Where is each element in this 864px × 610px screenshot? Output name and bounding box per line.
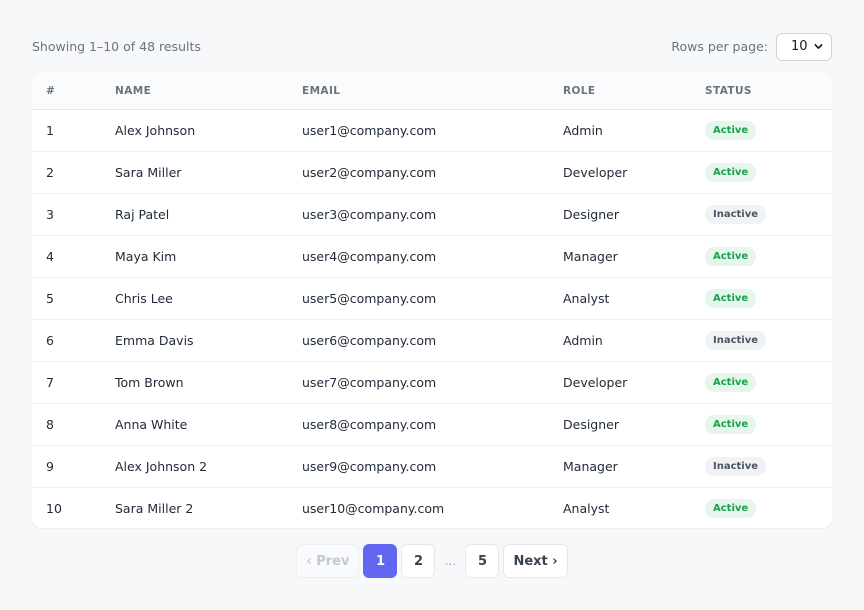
header-status: STATUS: [705, 73, 832, 110]
cell-name: Tom Brown: [115, 374, 184, 390]
status-badge: Inactive: [705, 456, 767, 476]
table-row[interactable]: 10 Sara Miller 2 user10@company.com Analyst…: [32, 487, 832, 528]
status-badge: Active: [705, 372, 757, 392]
toolbar: Showing 1–10 of 48 results Rows per page…: [32, 32, 832, 61]
cell-role: Manager: [563, 458, 618, 474]
status-badge: Active: [705, 120, 757, 140]
status-badge: Active: [705, 288, 757, 308]
cell-role: Designer: [563, 416, 619, 432]
cell-status: Active: [705, 277, 832, 319]
cell-name: Anna White: [115, 416, 188, 432]
header-number: #: [32, 73, 115, 110]
cell-status: Active: [705, 109, 832, 151]
cell-status: Active: [705, 403, 832, 445]
cell-email: user3@company.com: [302, 206, 437, 222]
cell-number: 1: [46, 122, 54, 138]
cell-name: Alex Johnson: [115, 122, 196, 138]
prev-page-button[interactable]: ‹ Prev: [296, 544, 360, 578]
cell-role: Analyst: [563, 290, 610, 306]
table-row[interactable]: 3 Raj Patel user3@company.com Designer Inact…: [32, 193, 832, 235]
page-button-2[interactable]: 2: [401, 544, 436, 578]
cell-name: Maya Kim: [115, 248, 177, 264]
chevron-down-icon: [814, 44, 823, 49]
cell-email: user1@company.com: [302, 122, 437, 138]
status-badge: Active: [705, 162, 757, 182]
cell-number: 8: [46, 416, 54, 432]
cell-number: 2: [46, 164, 54, 180]
cell-email: user8@company.com: [302, 416, 437, 432]
cell-status: Inactive: [705, 193, 832, 235]
table-row[interactable]: 8 Anna White user8@company.com Designer Acti…: [32, 403, 832, 445]
cell-number: 3: [46, 206, 54, 222]
cell-status: Inactive: [705, 319, 832, 361]
cell-email: user4@company.com: [302, 248, 437, 264]
header-name: NAME: [115, 73, 302, 110]
cell-role: Designer: [563, 206, 619, 222]
pagination-ellipsis: ...: [444, 554, 457, 568]
status-badge: Active: [705, 498, 757, 518]
page-button-5[interactable]: 5: [465, 544, 500, 578]
cell-role: Admin: [563, 122, 603, 138]
cell-role: Manager: [563, 248, 618, 264]
cell-number: 5: [46, 290, 54, 306]
rows-per-page-label: Rows per page:: [671, 39, 768, 54]
table-body: 1 Alex Johnson user1@company.com Admin Activ…: [32, 109, 832, 528]
table-row[interactable]: 9 Alex Johnson 2 user9@company.com Manager I…: [32, 445, 832, 487]
table-row[interactable]: 7 Tom Brown user7@company.com Developer Acti…: [32, 361, 832, 403]
table-header-row: # NAME EMAIL ROLE STATUS: [32, 73, 832, 110]
results-summary: Showing 1–10 of 48 results: [32, 39, 201, 54]
cell-status: Active: [705, 361, 832, 403]
cell-role: Analyst: [563, 500, 610, 516]
table-row[interactable]: 4 Maya Kim user4@company.com Manager Active: [32, 235, 832, 277]
cell-number: 4: [46, 248, 54, 264]
rows-per-page-value: 10: [791, 39, 808, 54]
cell-name: Alex Johnson 2: [115, 458, 208, 474]
cell-status: Inactive: [705, 445, 832, 487]
table-row[interactable]: 1 Alex Johnson user1@company.com Admin Activ…: [32, 109, 832, 151]
cell-name: Raj Patel: [115, 206, 170, 222]
cell-email: user10@company.com: [302, 500, 445, 516]
page-button-1[interactable]: 1: [363, 544, 398, 578]
cell-email: user2@company.com: [302, 164, 437, 180]
cell-number: 9: [46, 458, 54, 474]
rows-per-page-select[interactable]: 10: [776, 32, 832, 61]
status-badge: Inactive: [705, 204, 767, 224]
status-badge: Inactive: [705, 330, 767, 350]
cell-status: Active: [705, 487, 832, 528]
cell-role: Admin: [563, 332, 603, 348]
table-row[interactable]: 2 Sara Miller user2@company.com Developer Ac…: [32, 151, 832, 193]
users-table: # NAME EMAIL ROLE STATUS 1 Alex Johnson user1@…: [32, 73, 832, 528]
cell-number: 7: [46, 374, 54, 390]
cell-name: Sara Miller 2: [115, 500, 194, 516]
cell-status: Active: [705, 151, 832, 193]
cell-email: user5@company.com: [302, 290, 437, 306]
cell-name: Emma Davis: [115, 332, 194, 348]
cell-name: Sara Miller: [115, 164, 182, 180]
cell-role: Developer: [563, 374, 628, 390]
header-email: EMAIL: [302, 73, 563, 110]
pagination: ‹ Prev 1 2... 5 Next ›: [0, 544, 864, 578]
rows-per-page: Rows per page: 10: [671, 32, 832, 61]
table-row[interactable]: 5 Chris Lee user5@company.com Analyst Active: [32, 277, 832, 319]
users-table-card: # NAME EMAIL ROLE STATUS 1 Alex Johnson user1@…: [32, 73, 832, 528]
header-role: ROLE: [563, 73, 705, 110]
next-page-button[interactable]: Next ›: [503, 544, 568, 578]
status-badge: Active: [705, 246, 757, 266]
cell-email: user9@company.com: [302, 458, 437, 474]
cell-name: Chris Lee: [115, 290, 173, 306]
cell-number: 10: [46, 500, 62, 516]
cell-role: Developer: [563, 164, 628, 180]
cell-status: Active: [705, 235, 832, 277]
cell-email: user7@company.com: [302, 374, 437, 390]
table-row[interactable]: 6 Emma Davis user6@company.com Admin Inactiv…: [32, 319, 832, 361]
cell-email: user6@company.com: [302, 332, 437, 348]
status-badge: Active: [705, 414, 757, 434]
cell-number: 6: [46, 332, 54, 348]
